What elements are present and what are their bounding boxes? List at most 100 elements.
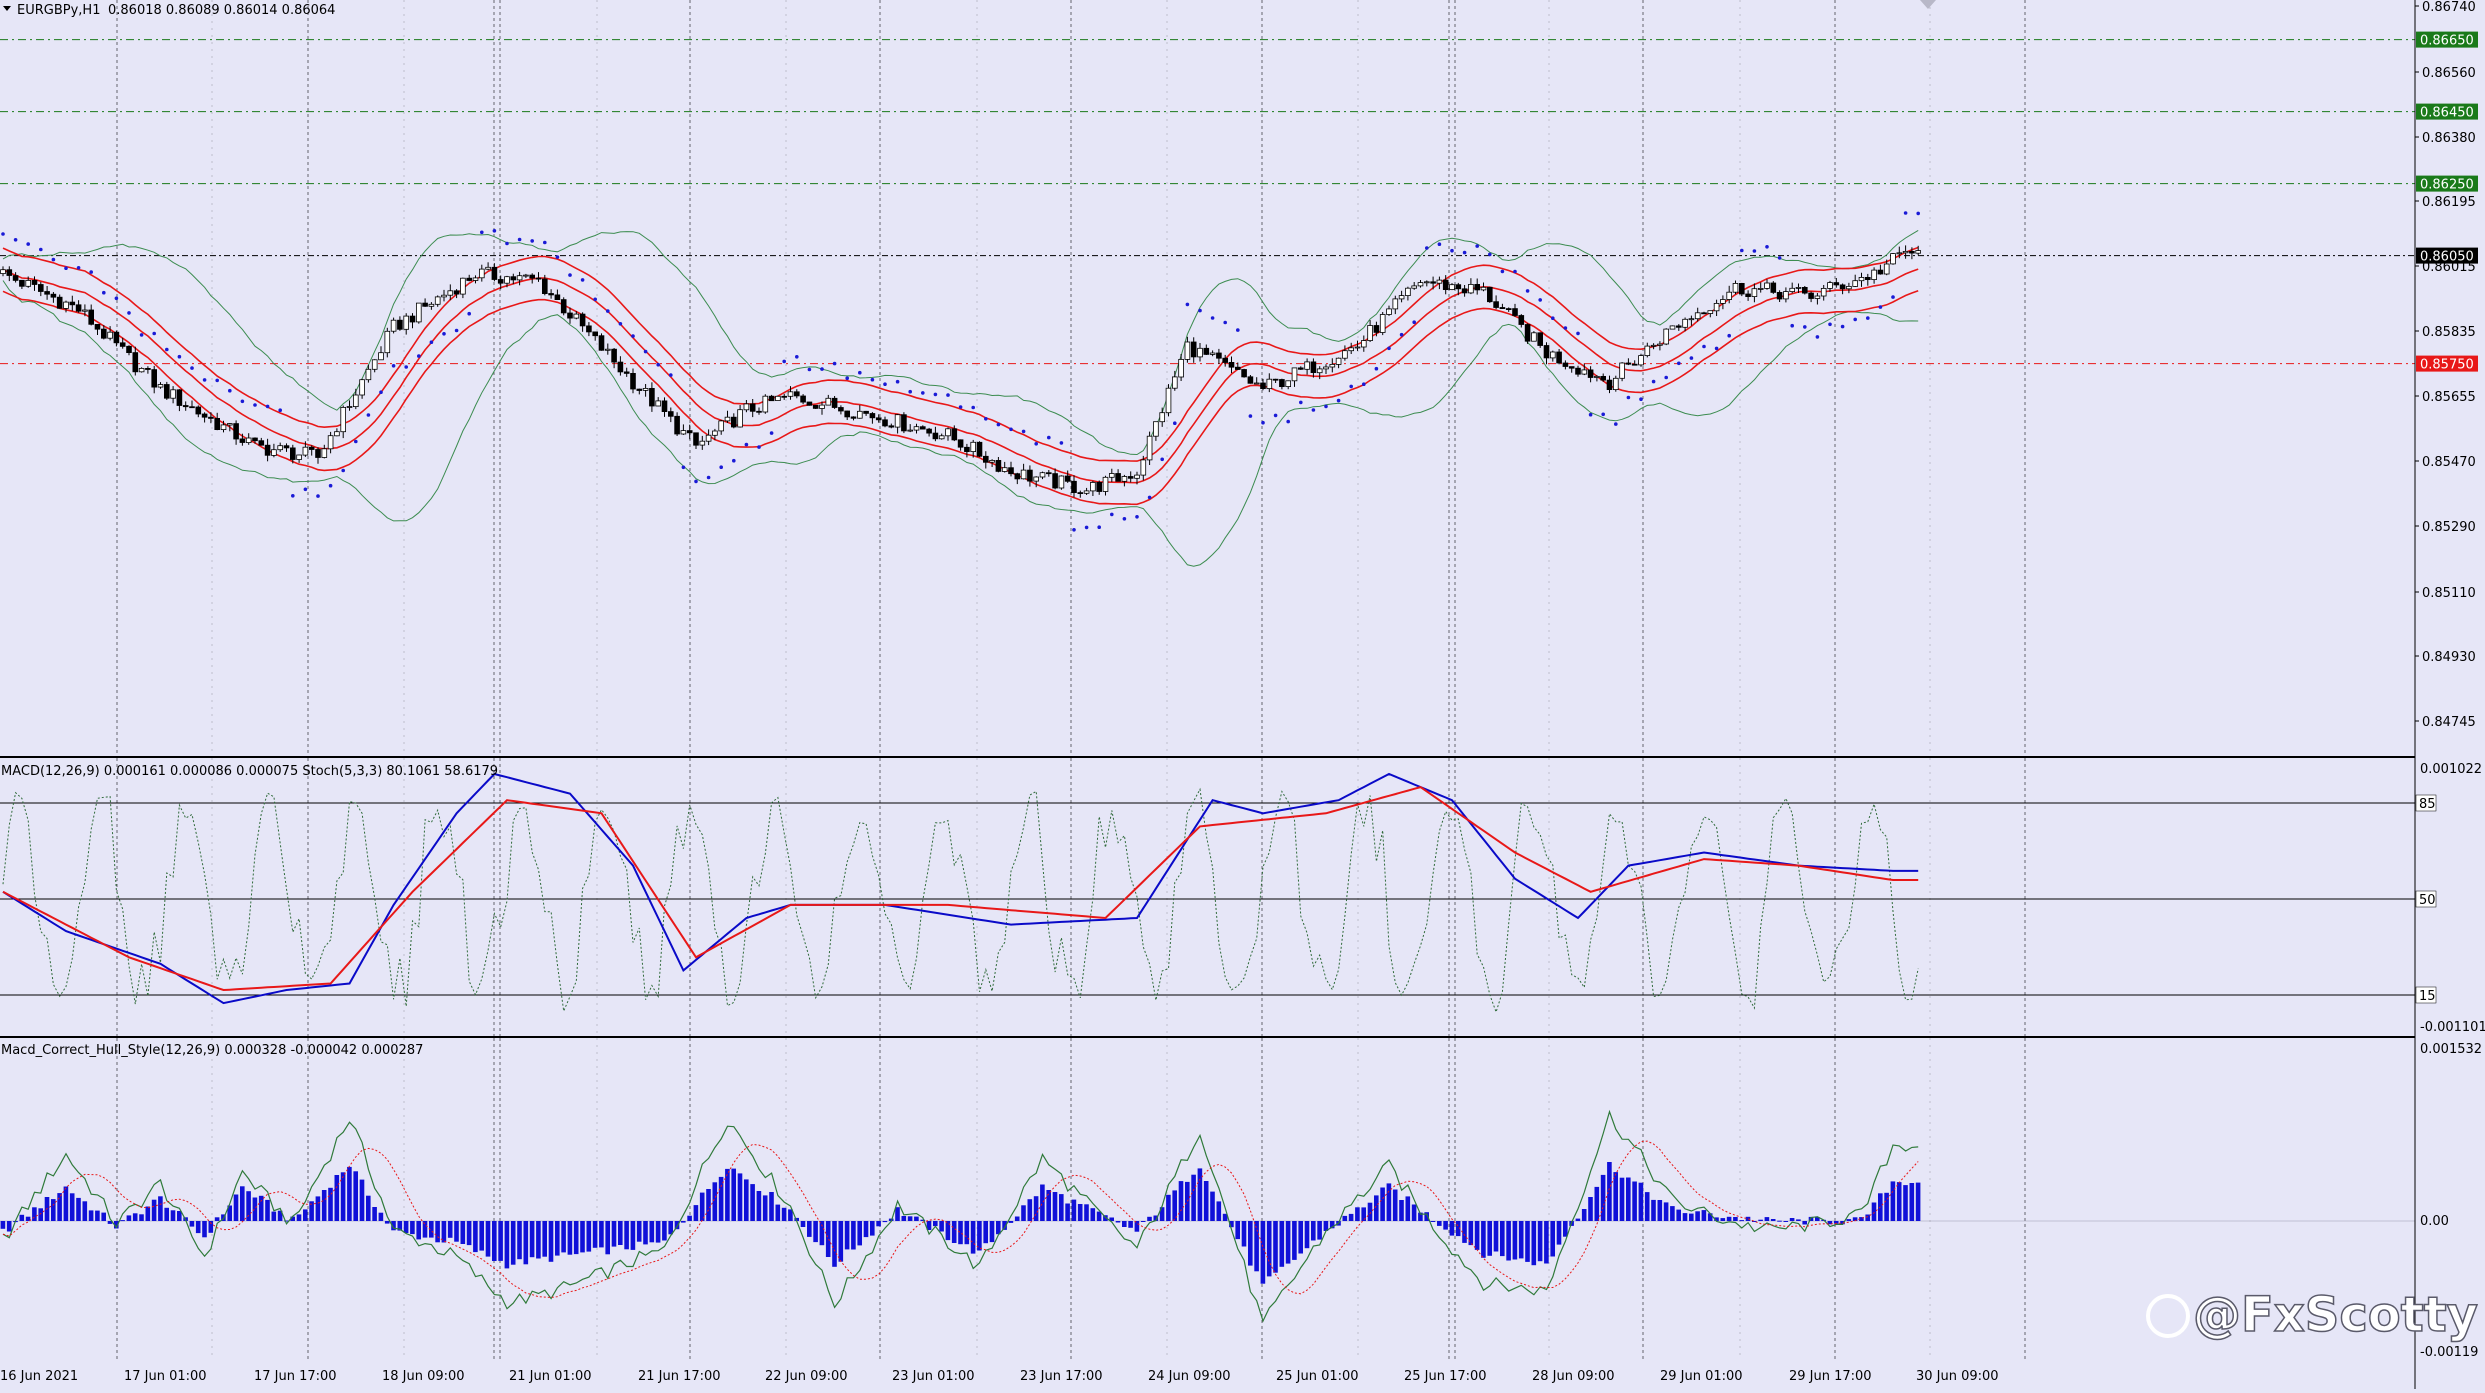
hull-bar xyxy=(1014,1216,1020,1221)
candle-body xyxy=(712,430,718,436)
sar-dot xyxy=(1790,323,1794,328)
sar-dot xyxy=(1299,400,1303,405)
candle-body xyxy=(1600,375,1607,381)
candle-body xyxy=(195,406,202,415)
candle-body xyxy=(308,446,315,450)
hull-bar xyxy=(1216,1201,1222,1221)
level-tag-label: 0.85750 xyxy=(2420,358,2474,373)
hull-bar xyxy=(1563,1221,1568,1237)
candle-body xyxy=(1902,250,1909,254)
hull-bar xyxy=(1241,1221,1247,1247)
candle-body xyxy=(208,416,214,419)
hull-bar xyxy=(158,1196,163,1221)
hull-bar xyxy=(1487,1221,1492,1256)
hull-bar xyxy=(523,1221,529,1265)
sar-dot xyxy=(1866,316,1870,320)
hull-bar xyxy=(1871,1202,1877,1221)
sar-dot xyxy=(341,468,346,473)
sar-dot xyxy=(1374,366,1379,371)
hull-bar xyxy=(214,1217,220,1221)
hull-bar xyxy=(334,1175,340,1221)
candle-body xyxy=(390,319,397,332)
hull-bar xyxy=(1430,1221,1436,1222)
hull-bar xyxy=(1122,1221,1127,1227)
candle-body xyxy=(1707,310,1714,314)
candle-body xyxy=(806,401,813,406)
hull-bar xyxy=(1525,1221,1530,1262)
candle-body xyxy=(428,303,435,307)
hull-bar xyxy=(712,1182,718,1221)
candle-body xyxy=(365,368,372,381)
hull-bar xyxy=(233,1194,239,1221)
sar-dot xyxy=(681,465,686,470)
hull-bar xyxy=(410,1221,415,1235)
candle-body xyxy=(245,437,252,443)
candle-body xyxy=(233,423,239,440)
sar-dot xyxy=(228,388,232,393)
candle-body xyxy=(283,445,290,449)
hull-bar xyxy=(69,1193,75,1221)
sar-dot xyxy=(1198,308,1202,313)
candle-body xyxy=(239,438,246,443)
hull-bar xyxy=(611,1221,617,1247)
candle-body xyxy=(1499,307,1506,310)
candle-body xyxy=(1398,295,1405,300)
hull-bar xyxy=(403,1221,409,1233)
hull-bar xyxy=(1392,1189,1398,1221)
hull-bar xyxy=(340,1172,346,1221)
sar-dot xyxy=(429,340,434,345)
candle-body xyxy=(1316,368,1323,374)
candle-body xyxy=(1789,287,1796,292)
sar-dot xyxy=(1286,419,1290,424)
sar-dot xyxy=(391,364,396,368)
candle-body xyxy=(1424,281,1430,284)
sar-dot xyxy=(190,366,194,370)
sar-dot xyxy=(1525,289,1530,293)
candle-body xyxy=(0,269,6,275)
hull-bar xyxy=(1140,1221,1146,1222)
hull-bar xyxy=(1084,1204,1089,1221)
candle-body xyxy=(1121,476,1128,482)
hull-bar xyxy=(977,1221,982,1251)
candle-body xyxy=(170,389,176,399)
candle-body xyxy=(107,331,113,339)
hull-bar xyxy=(1266,1221,1272,1277)
hull-bar xyxy=(372,1207,377,1221)
candle-body xyxy=(1014,473,1021,480)
candle-body xyxy=(542,278,548,295)
candle-body xyxy=(1455,284,1462,290)
macd-axis-top: 0.001022 xyxy=(2420,762,2482,777)
axis-label: 0.86380 xyxy=(2422,131,2476,146)
candle-body xyxy=(403,315,409,330)
candle-body xyxy=(1757,287,1764,290)
sar-dot xyxy=(1639,397,1643,402)
candle-body xyxy=(983,455,989,463)
hull-bar xyxy=(353,1171,358,1221)
hull-bar xyxy=(1682,1213,1688,1221)
hull-bar xyxy=(624,1221,629,1250)
sar-dot xyxy=(618,322,623,326)
level-tag-label: 0.86650 xyxy=(2420,34,2474,49)
candle-body xyxy=(497,279,504,284)
hull-bar xyxy=(605,1221,610,1255)
sar-dot xyxy=(379,390,383,395)
hull-bar xyxy=(1166,1194,1171,1221)
sar-dot xyxy=(1349,384,1353,389)
sar-dot xyxy=(1475,244,1479,248)
hull-bar xyxy=(1909,1183,1915,1221)
hull-bar xyxy=(51,1199,56,1221)
candle-body xyxy=(1764,282,1770,289)
sar-dot xyxy=(845,376,849,381)
hull-bar xyxy=(1008,1221,1014,1223)
chart-svg[interactable]: 0.867400.865600.863800.861950.860150.858… xyxy=(0,0,2485,1389)
hull-bar xyxy=(1254,1221,1259,1272)
hull-axis-bottom: -0.00119 xyxy=(2420,1345,2478,1360)
hull-bar xyxy=(1512,1221,1518,1260)
candle-body xyxy=(1720,299,1726,304)
candle-body xyxy=(1524,324,1531,342)
candle-body xyxy=(1361,340,1367,348)
sar-dot xyxy=(1387,346,1391,351)
hull-bar xyxy=(1273,1221,1278,1273)
candle-body xyxy=(12,275,19,281)
sar-dot xyxy=(795,355,799,359)
